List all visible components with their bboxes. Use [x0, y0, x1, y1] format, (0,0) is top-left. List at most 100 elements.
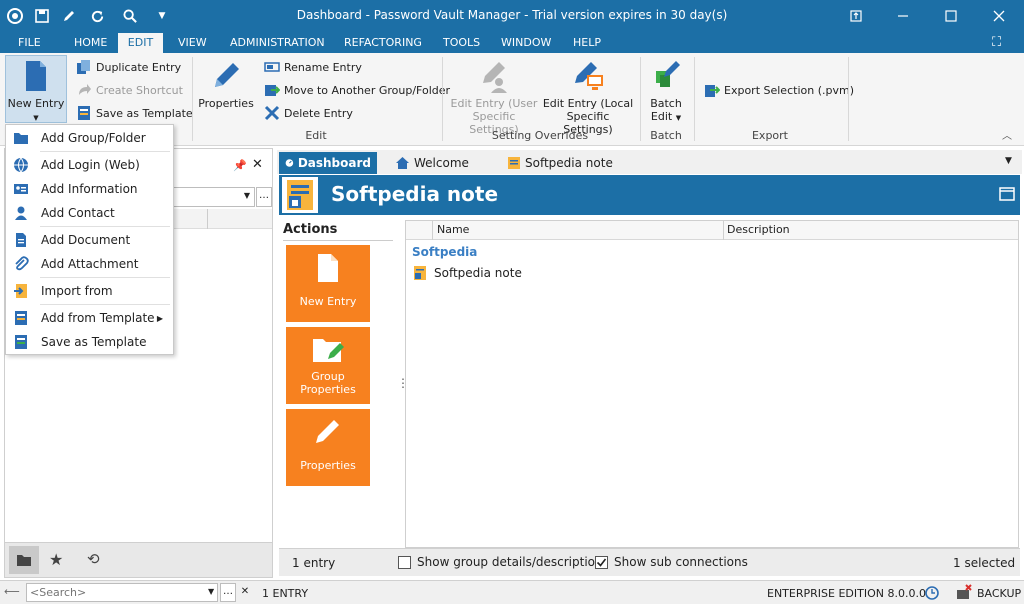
tab-refactoring[interactable]: REFACTORING: [336, 33, 430, 53]
close-icon[interactable]: [979, 4, 1019, 28]
tab-dashboard[interactable]: Dashboard: [279, 152, 377, 174]
backup-label[interactable]: BACKUP: [977, 587, 1021, 600]
history-icon[interactable]: ⟲: [87, 550, 100, 568]
globe-icon: [14, 157, 28, 173]
action-properties[interactable]: Properties: [286, 409, 370, 486]
entry-title: Softpedia note: [331, 182, 499, 206]
document-tabs: Dashboard Welcome Softpedia note ▼: [277, 150, 1022, 174]
new-entry-label: New Entry: [7, 97, 65, 110]
menu-item-label: Save as Template: [41, 335, 147, 349]
batch-edit-button[interactable]: Batch Edit ▼: [644, 57, 688, 125]
tab-home[interactable]: HOME: [66, 33, 115, 53]
grid-status-bar: 1 entry Show group details/description S…: [279, 548, 1020, 576]
entries-grid: Name Description Softpedia Softpedia not…: [405, 220, 1019, 548]
tab-help[interactable]: HELP: [565, 33, 609, 53]
favorites-star-icon[interactable]: ★: [49, 550, 63, 569]
clear-search-icon[interactable]: ✕: [238, 583, 252, 602]
user-pencil-icon: [477, 57, 511, 93]
divider: [640, 57, 641, 141]
action-label: Properties: [300, 459, 356, 472]
batch-edit-label-1: Batch: [650, 97, 682, 110]
tab-file[interactable]: FILE: [10, 33, 49, 53]
rename-entry-button[interactable]: Rename Entry: [264, 57, 362, 77]
folder-edit-icon: [312, 335, 346, 366]
tab-tools[interactable]: TOOLS: [435, 33, 488, 53]
save-as-template-button[interactable]: Save as Template: [76, 103, 193, 123]
setting-overrides-group-label: Setting Overrides: [491, 129, 589, 142]
import-icon: [14, 284, 27, 298]
menu-item-label: Add from Template: [41, 311, 155, 325]
edit-entry-local-settings-button[interactable]: Edit Entry (Local Specific Settings): [542, 57, 634, 136]
menu-item-add-from-template[interactable]: Add from Template ▶: [6, 307, 173, 329]
ribbon-tabs: FILE HOME EDIT VIEW ADMINISTRATION REFAC…: [0, 33, 1024, 53]
tree-column-header: [171, 209, 272, 229]
folder-icon: [14, 133, 28, 144]
group-row-label[interactable]: Softpedia: [412, 245, 477, 259]
duplicate-icon: [77, 60, 90, 74]
show-sub-connections-checkbox[interactable]: Show sub connections: [595, 555, 748, 569]
menu-item-label: Add Contact: [41, 206, 115, 220]
create-shortcut-button[interactable]: Create Shortcut: [76, 80, 183, 100]
duplicate-entry-label: Duplicate Entry: [96, 60, 182, 74]
document-icon: [317, 253, 339, 286]
menu-item-add-information[interactable]: Add Information: [6, 178, 173, 200]
template-save-icon: [15, 335, 27, 349]
menu-item-add-group-folder[interactable]: Add Group/Folder: [6, 127, 173, 149]
collapse-ribbon-icon[interactable]: ︿: [1002, 127, 1012, 142]
menu-item-label: Add Document: [41, 233, 131, 247]
save-as-template-label: Save as Template: [96, 106, 193, 120]
search-options-button[interactable]: …: [220, 583, 236, 602]
minimize-icon[interactable]: [883, 4, 923, 28]
secure-note-icon: [414, 266, 426, 280]
action-new-entry[interactable]: New Entry: [286, 245, 370, 322]
checkbox-unchecked: [398, 555, 411, 569]
duplicate-entry-button[interactable]: Duplicate Entry: [76, 57, 181, 77]
action-group-properties[interactable]: Group Properties: [286, 327, 370, 404]
close-panel-icon[interactable]: ✕: [252, 157, 263, 172]
menu-item-add-contact[interactable]: Add Contact: [6, 202, 173, 224]
menu-item-add-login-web[interactable]: Add Login (Web): [6, 154, 173, 176]
tab-welcome[interactable]: Welcome: [389, 152, 489, 174]
column-header-name[interactable]: Name: [437, 223, 469, 236]
tab-view[interactable]: VIEW: [170, 33, 215, 53]
delete-entry-label: Delete Entry: [284, 106, 353, 120]
delete-entry-button[interactable]: Delete Entry: [264, 103, 353, 123]
filter-dropdown[interactable]: ▼: [171, 187, 255, 207]
new-entry-button[interactable]: New Entry ▼: [5, 55, 67, 123]
tab-edit[interactable]: EDIT: [118, 33, 163, 53]
maximize-icon[interactable]: [931, 4, 971, 28]
menu-item-save-as-template[interactable]: Save as Template: [6, 331, 173, 353]
column-header-description[interactable]: Description: [727, 223, 790, 236]
tab-administration[interactable]: ADMINISTRATION: [222, 33, 333, 53]
tabs-dropdown-icon[interactable]: ▼: [1005, 156, 1012, 166]
fullscreen-icon[interactable]: ⛶: [984, 33, 1009, 53]
open-folder-icon[interactable]: [999, 187, 1015, 204]
secure-note-large-icon: [282, 177, 318, 213]
tab-label: Softpedia note: [525, 156, 613, 170]
chevron-down-icon[interactable]: ▼: [208, 587, 214, 596]
search-input[interactable]: [26, 583, 218, 602]
action-label: New Entry: [299, 295, 357, 308]
action-label: Group: [311, 370, 345, 383]
move-to-group-button[interactable]: Move to Another Group/Folder: [264, 80, 450, 100]
backup-icon[interactable]: [956, 584, 972, 603]
more-options-button[interactable]: …: [256, 187, 272, 207]
folder-view-icon[interactable]: [9, 546, 39, 574]
alarm-clock-icon[interactable]: [924, 584, 940, 603]
tab-softpedia-note[interactable]: Softpedia note: [501, 152, 631, 174]
table-row[interactable]: Softpedia note: [412, 265, 522, 281]
search-back-icon[interactable]: ⟵: [4, 585, 20, 598]
edit-entry-user-settings-button[interactable]: Edit Entry (User Specific Settings): [448, 57, 540, 136]
tab-window[interactable]: WINDOW: [493, 33, 559, 53]
menu-item-import-from[interactable]: Import from: [6, 280, 173, 302]
show-group-details-checkbox[interactable]: Show group details/description: [398, 555, 603, 569]
pin-icon[interactable]: 📌: [233, 159, 247, 172]
export-selection-button[interactable]: Export Selection (.pvm): [704, 80, 854, 100]
edit-group-label: Edit: [305, 129, 327, 142]
menu-item-add-document[interactable]: Add Document: [6, 229, 173, 251]
restore-layout-icon[interactable]: [836, 4, 876, 28]
template-icon: [15, 311, 27, 325]
properties-button[interactable]: Properties: [198, 57, 254, 110]
menu-item-add-attachment[interactable]: Add Attachment: [6, 253, 173, 275]
divider: [192, 57, 193, 141]
